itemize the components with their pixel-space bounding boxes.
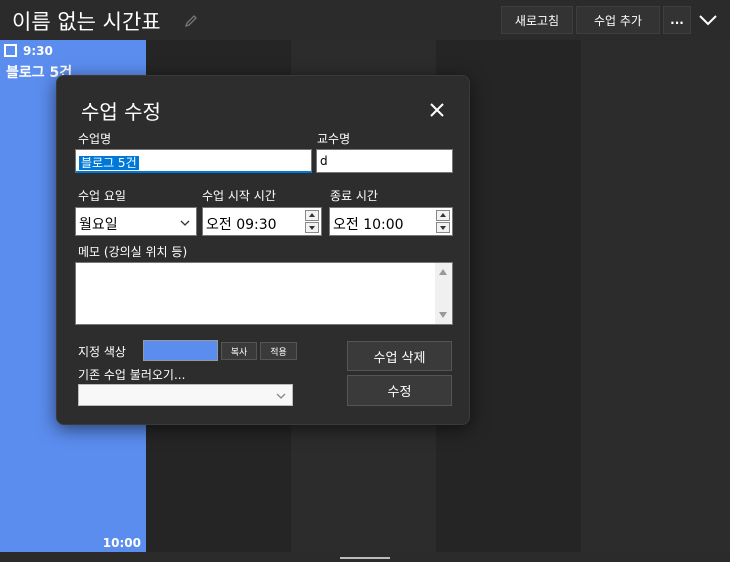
refresh-button[interactable]: 새로고침 — [501, 6, 573, 34]
spin-buttons[interactable] — [436, 210, 450, 233]
resize-handle[interactable] — [340, 557, 390, 559]
end-time-value: 오전 10:00 — [333, 217, 404, 233]
spin-buttons[interactable] — [305, 210, 319, 233]
import-label: 기존 수업 불러오기... — [78, 368, 186, 382]
class-name-input[interactable]: 블로그 5건 — [75, 149, 312, 173]
event-checkbox[interactable] — [4, 44, 17, 57]
professor-label: 교수명 — [317, 132, 351, 146]
class-name-label: 수업명 — [78, 132, 112, 146]
professor-input[interactable]: d — [316, 149, 453, 173]
add-class-button[interactable]: 수업 추가 — [576, 6, 660, 34]
delete-class-button[interactable]: 수업 삭제 — [347, 341, 452, 371]
chevron-down-icon[interactable] — [697, 10, 719, 30]
title-bar: 이름 없는 시간표 새로고침 수업 추가 ... — [0, 0, 730, 40]
event-start-time: 9:30 — [23, 44, 53, 58]
end-time-label: 종료 시간 — [330, 189, 378, 203]
chevron-down-icon — [180, 220, 190, 226]
end-time-spinner[interactable]: 오전 10:00 — [329, 207, 453, 236]
day-dropdown[interactable]: 월요일 — [75, 207, 197, 236]
chevron-down-icon — [276, 393, 286, 399]
import-class-dropdown[interactable] — [78, 384, 293, 406]
start-time-label: 수업 시작 시간 — [202, 189, 276, 203]
save-button[interactable]: 수정 — [347, 375, 452, 406]
pencil-icon[interactable] — [184, 14, 198, 28]
start-time-spinner[interactable]: 오전 09:30 — [202, 207, 322, 236]
copy-color-button[interactable]: 복사 — [221, 342, 257, 360]
timetable-title[interactable]: 이름 없는 시간표 — [12, 6, 161, 36]
class-name-value: 블로그 5건 — [79, 156, 139, 170]
memo-textarea[interactable] — [75, 262, 453, 325]
color-swatch[interactable] — [143, 340, 218, 361]
day-column[interactable] — [581, 40, 730, 552]
start-time-value: 오전 09:30 — [206, 217, 277, 233]
day-label: 수업 요일 — [78, 189, 126, 203]
color-label: 지정 색상 — [78, 345, 126, 359]
edit-class-dialog: 수업 수정 수업명 블로그 5건 교수명 d 수업 요일 월요일 수업 시작 시… — [56, 75, 470, 425]
apply-color-button[interactable]: 적용 — [260, 342, 297, 360]
memo-label: 메모 (강의실 위치 등) — [78, 245, 188, 259]
more-button[interactable]: ... — [663, 6, 691, 34]
professor-value: d — [320, 154, 328, 168]
close-icon[interactable] — [427, 100, 447, 120]
day-value: 월요일 — [79, 217, 118, 233]
event-end-time: 10:00 — [102, 536, 141, 550]
dialog-title: 수업 수정 — [81, 100, 161, 124]
memo-scrollbar[interactable] — [435, 263, 452, 324]
